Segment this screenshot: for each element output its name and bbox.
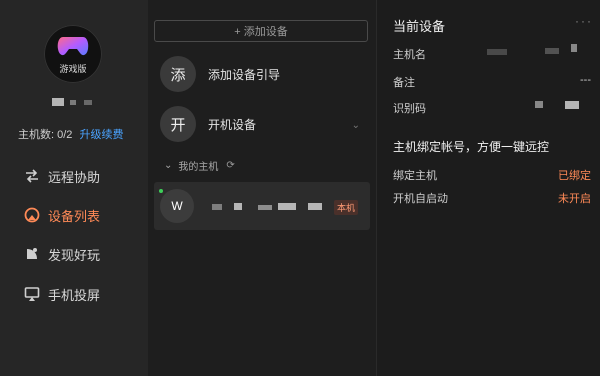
host-name-masked — [258, 205, 272, 210]
username-masked — [84, 100, 92, 105]
nav-label: 手机投屏 — [48, 287, 101, 303]
nav-discover[interactable]: 发现好玩 — [24, 242, 100, 266]
nav-label: 发现好玩 — [48, 247, 101, 263]
autostart-status[interactable]: 未开启 — [558, 190, 591, 206]
discover-icon — [27, 248, 37, 259]
host-name-masked — [234, 203, 242, 210]
add-device-button[interactable]: + 添加设备 — [154, 20, 368, 42]
host-name-masked — [308, 203, 322, 210]
online-status-dot — [159, 189, 163, 193]
host-name-masked — [278, 203, 296, 210]
hostname-masked — [487, 49, 507, 55]
boot-badge: 开 — [160, 106, 196, 142]
hostname-masked — [571, 44, 577, 52]
nav-screen-cast[interactable]: 手机投屏 — [24, 282, 100, 306]
username-masked — [70, 100, 76, 105]
nav-device-list[interactable]: 设备列表 — [24, 203, 100, 227]
chevron-down-icon[interactable]: ⌄ — [352, 120, 360, 131]
host-card[interactable]: W 本机 — [154, 182, 370, 230]
group-label: 我的主机 — [178, 162, 219, 173]
field-label: 主机名 — [393, 49, 426, 61]
status-label: 绑定主机 — [393, 170, 437, 182]
screen-cast-icon — [24, 287, 40, 301]
host-name-masked — [212, 204, 222, 210]
device-list-panel: + 添加设备 添 添加设备引导 开 开机设备 ⌄ ⌄ 我的主机 ⟳ W 本机 — [148, 0, 376, 376]
nav-label: 设备列表 — [48, 208, 101, 224]
gamepad-icon — [57, 37, 89, 56]
id-code-masked — [565, 101, 579, 109]
bind-section-title: 主机绑定帐号，方便一键远控 — [393, 140, 550, 154]
guide-badge: 添 — [160, 56, 196, 92]
host-avatar: W — [160, 189, 194, 223]
boot-label: 开机设备 — [208, 117, 257, 132]
hostname-masked — [545, 48, 559, 54]
host-count: 主机数: 0/2 升级续费 — [18, 126, 123, 142]
status-label: 开机自启动 — [393, 193, 448, 205]
remark-value: --- — [580, 74, 591, 86]
arrows-swap-icon — [26, 169, 38, 183]
detail-title: 当前设备 — [393, 19, 446, 34]
refresh-icon[interactable]: ⟳ — [226, 160, 234, 171]
field-label: 备注 — [393, 77, 415, 89]
upgrade-link[interactable]: 升级续费 — [79, 129, 123, 141]
field-label: 识别码 — [393, 103, 426, 115]
local-badge: 本机 — [333, 200, 358, 215]
my-hosts-group[interactable]: ⌄ 我的主机 ⟳ — [164, 158, 235, 173]
more-icon[interactable]: ··· — [575, 14, 593, 28]
id-code-masked — [535, 101, 543, 108]
sidebar: 游戏版 主机数: 0/2 升级续费 远程协助 设备列表 发现好玩 手机投屏 — [0, 0, 148, 376]
add-device-guide-row[interactable]: 添 添加设备引导 — [160, 56, 280, 92]
avatar-label: 游戏版 — [59, 64, 87, 74]
host-count-text: 主机数: 0/2 — [18, 129, 73, 141]
device-detail-panel: 当前设备 ··· 主机名 备注 --- 识别码 主机绑定帐号，方便一键远控 绑定… — [376, 0, 600, 376]
username-masked — [52, 98, 64, 106]
boot-device-row[interactable]: 开 开机设备 — [160, 106, 256, 142]
chevron-down-icon: ⌄ — [164, 160, 173, 171]
bind-status[interactable]: 已绑定 — [558, 167, 591, 183]
nav-label: 远程协助 — [48, 169, 101, 185]
avatar[interactable]: 游戏版 — [44, 25, 102, 83]
guide-label: 添加设备引导 — [208, 67, 281, 82]
nav-remote-assist[interactable]: 远程协助 — [24, 164, 100, 188]
device-list-icon — [24, 207, 40, 223]
